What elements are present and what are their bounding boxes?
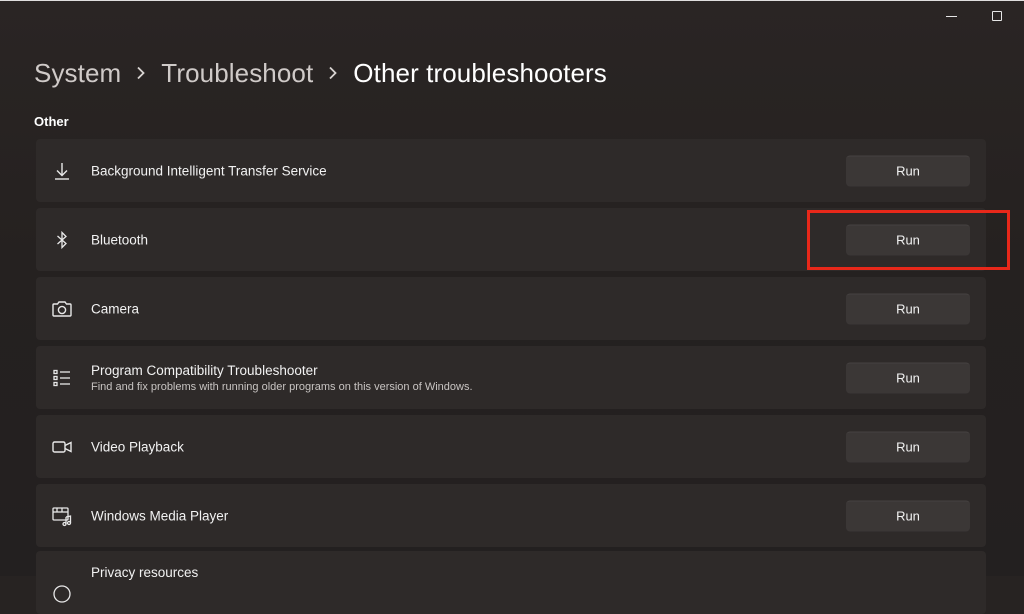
troubleshooter-title: Program Compatibility Troubleshooter [91, 362, 318, 378]
breadcrumb-troubleshoot[interactable]: Troubleshoot [161, 58, 313, 89]
run-button-program-compatibility[interactable]: Run [846, 362, 970, 393]
chevron-right-icon [121, 66, 161, 80]
troubleshooter-row-camera: Camera Run [36, 277, 986, 340]
highlight-annotation-box [807, 210, 1010, 270]
video-icon [50, 435, 74, 459]
window-top-edge [0, 0, 1024, 1]
troubleshooter-title: Privacy resources [91, 565, 199, 580]
list-icon [50, 366, 74, 390]
troubleshooter-title: Windows Media Player [91, 508, 229, 523]
troubleshooter-row-program-compatibility: Program Compatibility Troubleshooter Fin… [36, 346, 986, 409]
troubleshooter-row-bits: Background Intelligent Transfer Service … [36, 139, 986, 202]
section-title-other: Other [34, 114, 69, 129]
troubleshooter-title: Video Playback [91, 439, 184, 454]
minimize-icon [945, 15, 957, 17]
run-button-windows-media-player[interactable]: Run [846, 500, 970, 531]
run-button-bits[interactable]: Run [846, 155, 970, 186]
troubleshooter-title: Camera [91, 301, 140, 316]
window-controls [944, 9, 1004, 23]
media-player-icon [50, 504, 74, 528]
maximize-icon [992, 11, 1002, 21]
globe-icon [50, 582, 74, 606]
run-button-video-playback[interactable]: Run [846, 431, 970, 462]
camera-icon [50, 297, 74, 321]
breadcrumb-system[interactable]: System [34, 58, 121, 89]
troubleshooter-row-privacy-resources[interactable]: Privacy resources [36, 551, 986, 614]
download-icon [50, 159, 74, 183]
troubleshooter-row-windows-media-player: Windows Media Player Run [36, 484, 986, 547]
troubleshooter-title: Background Intelligent Transfer Service [91, 163, 327, 178]
chevron-right-icon [313, 66, 353, 80]
run-button-camera[interactable]: Run [846, 293, 970, 324]
page-title: Other troubleshooters [353, 57, 607, 88]
troubleshooter-description: Find and fix problems with running older… [91, 380, 473, 393]
breadcrumb: System Troubleshoot Other troubleshooter… [34, 56, 607, 90]
maximize-button[interactable] [990, 9, 1004, 23]
troubleshooter-title: Bluetooth [91, 232, 149, 247]
troubleshooter-row-video-playback: Video Playback Run [36, 415, 986, 478]
minimize-button[interactable] [944, 9, 958, 23]
bluetooth-icon [50, 228, 74, 252]
